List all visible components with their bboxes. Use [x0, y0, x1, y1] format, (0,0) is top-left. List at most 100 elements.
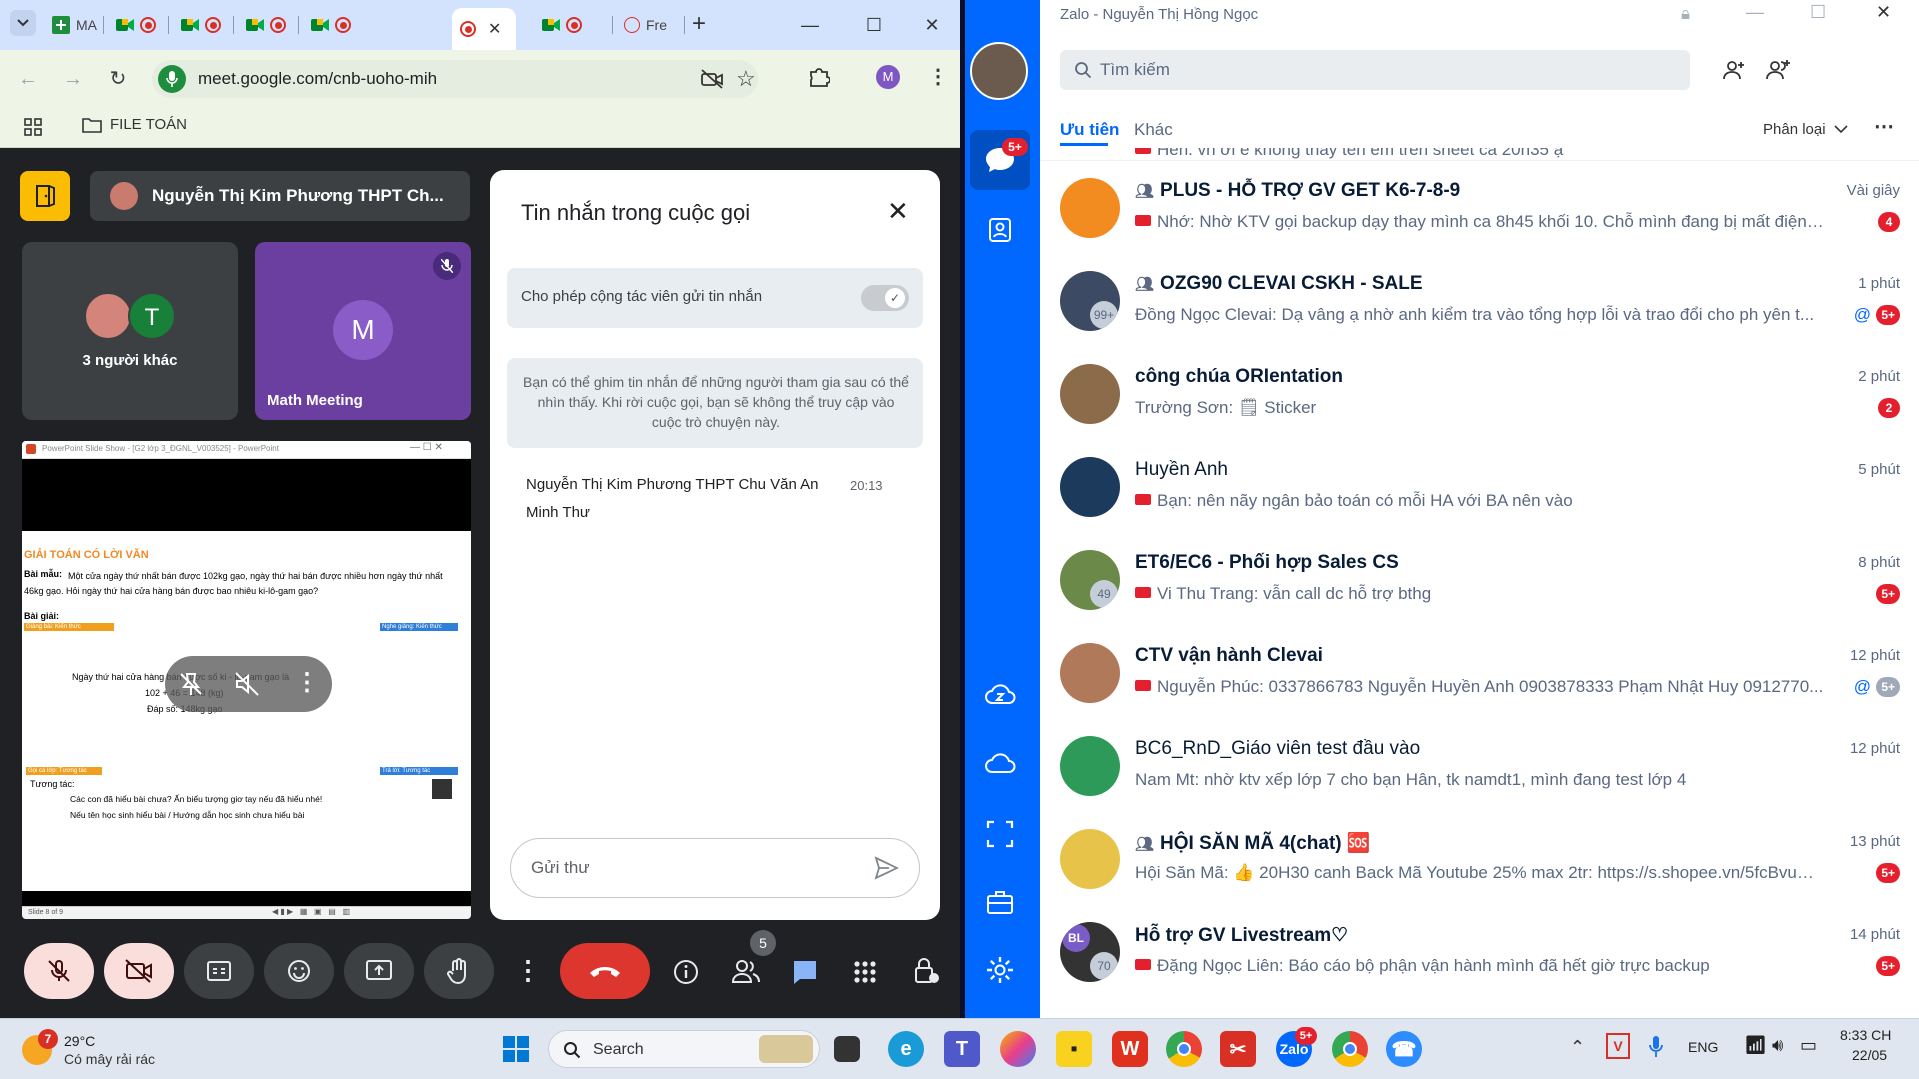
- task-view-icon[interactable]: [834, 1036, 860, 1062]
- forward-arrow-icon[interactable]: →: [61, 67, 85, 91]
- contacts-icon[interactable]: [982, 212, 1018, 248]
- volume-icon[interactable]: 🔊︎: [1772, 1035, 1783, 1056]
- menu-kebab-icon[interactable]: ⋮: [928, 64, 948, 89]
- bookmark-folder[interactable]: FILE TOÁN: [82, 116, 187, 133]
- conversation-row[interactable]: 49 ET6/EC6 - Phối hợp Sales CS Vi Thu Tran…: [1040, 536, 1919, 628]
- new-tab-plus-icon[interactable]: +: [692, 12, 706, 36]
- microphone-icon[interactable]: [1648, 1035, 1664, 1059]
- tab-meet-active[interactable]: ✕: [452, 8, 516, 50]
- sticky-notes-icon[interactable]: ▪: [1056, 1031, 1092, 1067]
- math-meeting-tile[interactable]: M Math Meeting: [255, 242, 471, 420]
- conversation-row[interactable]: BL 70 Hỗ trợ GV Livestream♡ Đặng Ngọc Liên:…: [1040, 908, 1919, 1000]
- tab-priority[interactable]: Ưu tiên: [1060, 120, 1119, 140]
- others-tile[interactable]: T 3 người khác: [22, 242, 238, 420]
- messages-nav[interactable]: 5+: [970, 130, 1030, 190]
- tab-meet-4[interactable]: [303, 8, 359, 42]
- tab-search-button[interactable]: [10, 10, 36, 36]
- close-window-icon[interactable]: ✕: [1876, 2, 1891, 23]
- meeting-info-icon[interactable]: [672, 958, 700, 986]
- close-chat-icon[interactable]: ✕: [887, 196, 909, 227]
- chrome-profile-icon[interactable]: [1332, 1031, 1368, 1067]
- language-indicator[interactable]: ENG: [1688, 1039, 1718, 1055]
- briefcase-icon[interactable]: [982, 884, 1018, 920]
- people-icon[interactable]: [731, 958, 761, 984]
- battery-icon[interactable]: ▭: [1800, 1035, 1817, 1056]
- camera-blocked-icon[interactable]: [700, 68, 724, 90]
- chrome-icon[interactable]: [1166, 1031, 1202, 1067]
- extensions-puzzle-icon[interactable]: [808, 66, 830, 88]
- mute-audio-icon[interactable]: [233, 670, 261, 698]
- pin-off-icon[interactable]: [177, 670, 205, 698]
- wifi-icon[interactable]: 📶︎: [1744, 1035, 1767, 1056]
- allow-messages-toggle[interactable]: ✓: [861, 285, 909, 311]
- profile-avatar[interactable]: M: [876, 65, 900, 89]
- teams-icon[interactable]: T: [944, 1031, 980, 1067]
- maximize-icon[interactable]: ☐: [1810, 2, 1826, 23]
- conversation-row[interactable]: CTV vận hành Clevai Nguyễn Phúc: 03378667…: [1040, 629, 1919, 721]
- cloud-icon[interactable]: [982, 746, 1018, 782]
- more-options-icon[interactable]: ⋮: [295, 668, 319, 697]
- copilot-icon[interactable]: [1000, 1031, 1036, 1067]
- apps-grid-icon[interactable]: [24, 118, 42, 136]
- vietkey-icon[interactable]: V: [1606, 1033, 1630, 1059]
- tab-meet-3[interactable]: [238, 8, 294, 42]
- reload-icon[interactable]: ↻: [106, 67, 130, 91]
- tab-sheets[interactable]: MA: [44, 8, 105, 42]
- create-group-icon[interactable]: [1766, 58, 1792, 82]
- present-button[interactable]: [344, 943, 414, 999]
- captions-button[interactable]: [184, 943, 254, 999]
- screenshot-capture-icon[interactable]: [982, 816, 1018, 852]
- host-controls-lock-icon[interactable]: [913, 956, 941, 986]
- presentation-tile[interactable]: PowerPoint Slide Show - [G2 lớp 3_ĐGNL_V…: [22, 441, 471, 919]
- classify-dropdown[interactable]: Phân loại: [1763, 121, 1848, 138]
- address-bar[interactable]: meet.google.com/cnb-uoho-mih ☆: [152, 60, 758, 98]
- clock-date[interactable]: 22/05: [1852, 1047, 1887, 1063]
- conversation-row[interactable]: 99+ 👥︎ OZG90 CLEVAI CSKH - SALE Đồng Ngọc C…: [1040, 257, 1919, 349]
- maximize-icon[interactable]: ☐: [860, 12, 888, 38]
- back-arrow-icon[interactable]: ←: [16, 67, 40, 91]
- chat-input[interactable]: Gửi thư: [510, 838, 920, 898]
- search-input[interactable]: Tìm kiếm: [1060, 50, 1690, 90]
- more-options-icon[interactable]: ⋯: [1874, 114, 1894, 139]
- phone-app-icon[interactable]: ☎: [1386, 1031, 1422, 1067]
- presenter-chip[interactable]: Nguyễn Thị Kim Phương THPT Ch...: [90, 171, 470, 221]
- tray-expand-icon[interactable]: ⌃: [1570, 1037, 1585, 1058]
- partial-conversation-row[interactable]: Hen. vh ơi e không thay tên em trên shee…: [1040, 148, 1919, 160]
- weather-widget[interactable]: 7 29°C Có mây rải rác: [20, 1029, 220, 1071]
- conversation-row[interactable]: Huyền Anh Bạn: nên nãy ngân bảo toán có m…: [1040, 443, 1919, 535]
- tab-meet-1[interactable]: [108, 8, 164, 42]
- camera-off-button[interactable]: [104, 943, 174, 999]
- mic-off-button[interactable]: [24, 943, 94, 999]
- windows-start-icon[interactable]: [498, 1031, 534, 1067]
- bookmark-star-icon[interactable]: ☆: [736, 66, 756, 92]
- edge-icon[interactable]: e: [888, 1031, 924, 1067]
- taskbar-search[interactable]: Search: [548, 1030, 820, 1068]
- conversation-row[interactable]: công chúa ORIentation Trường Sơn: 🗒 Stick…: [1040, 350, 1919, 442]
- close-tab-icon[interactable]: ✕: [488, 19, 501, 39]
- send-icon[interactable]: [873, 855, 899, 881]
- chat-icon[interactable]: [791, 958, 819, 986]
- conversation-row[interactable]: BC6_RnD_Giáo viên test đầu vào Nam Mt: nh…: [1040, 722, 1919, 814]
- user-avatar[interactable]: [970, 42, 1028, 100]
- tab-meet-6[interactable]: [534, 8, 590, 42]
- lock-icon[interactable]: 🔒︎: [1681, 4, 1690, 24]
- wps-office-icon[interactable]: W: [1112, 1031, 1148, 1067]
- leave-call-button[interactable]: [560, 943, 650, 999]
- minimize-icon[interactable]: —: [796, 12, 824, 38]
- conversation-row[interactable]: 👥︎ PLUS - HỖ TRỢ GV GET K6-7-8-9 Nhớ: Nhờ …: [1040, 164, 1919, 256]
- close-window-icon[interactable]: ✕: [918, 12, 946, 38]
- tab-meet-2[interactable]: [173, 8, 229, 42]
- meeting-door-icon[interactable]: [20, 171, 70, 221]
- minimize-icon[interactable]: —: [1746, 2, 1764, 23]
- snipping-tool-icon[interactable]: ✂: [1220, 1031, 1256, 1067]
- raise-hand-button[interactable]: [424, 943, 494, 999]
- settings-gear-icon[interactable]: [982, 952, 1018, 988]
- activities-grid-icon[interactable]: [853, 960, 877, 984]
- microphone-indicator-icon[interactable]: [158, 65, 186, 93]
- more-options-icon[interactable]: ⋮: [515, 945, 541, 995]
- tab-free[interactable]: Fre: [616, 8, 675, 42]
- clock-time[interactable]: 8:33 CH: [1840, 1027, 1891, 1043]
- tab-other[interactable]: Khác: [1134, 120, 1173, 140]
- zcloud-icon[interactable]: [982, 676, 1018, 712]
- emoji-button[interactable]: [264, 943, 334, 999]
